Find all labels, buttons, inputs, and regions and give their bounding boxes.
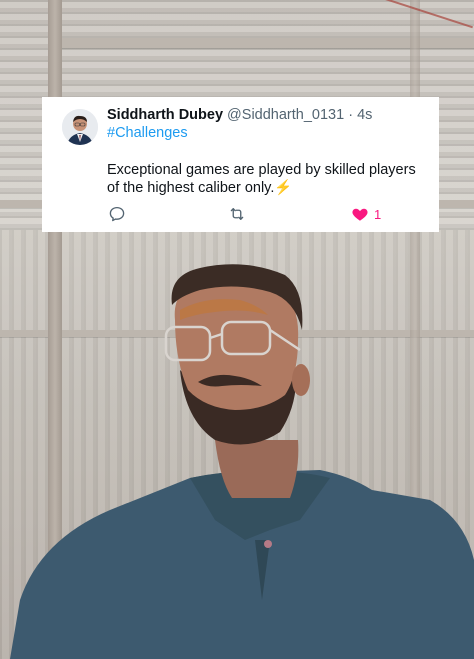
tweet-text: Exceptional games are played by skilled … — [107, 162, 416, 196]
tweet-body: Exceptional games are played by skilled … — [107, 161, 427, 197]
avatar[interactable] — [62, 109, 98, 145]
retweet-icon[interactable] — [228, 205, 246, 223]
hashtag-link[interactable]: #Challenges — [107, 124, 188, 142]
tweet-actions: 1 — [107, 205, 427, 225]
face — [174, 278, 299, 410]
neck — [215, 440, 299, 498]
like-button[interactable]: 1 — [351, 205, 381, 223]
lightning-emoji: ⚡ — [274, 180, 293, 196]
background-photo: Siddharth Dubey @Siddharth_0131 · 4s #Ch… — [0, 0, 474, 659]
like-count: 1 — [374, 206, 382, 222]
tweet-timestamp[interactable]: 4s — [357, 107, 372, 123]
tweet-card: Siddharth Dubey @Siddharth_0131 · 4s #Ch… — [42, 97, 439, 232]
separator-dot: · — [348, 107, 354, 123]
shirt-button — [264, 540, 272, 548]
author-handle[interactable]: @Siddharth_0131 — [227, 107, 344, 123]
tweet-header: Siddharth Dubey @Siddharth_0131 · 4s — [107, 106, 372, 124]
heart-icon — [352, 208, 368, 221]
avatar-image — [62, 109, 98, 145]
reply-icon[interactable] — [108, 205, 126, 223]
author-name[interactable]: Siddharth Dubey — [107, 107, 223, 123]
ear — [292, 364, 310, 396]
